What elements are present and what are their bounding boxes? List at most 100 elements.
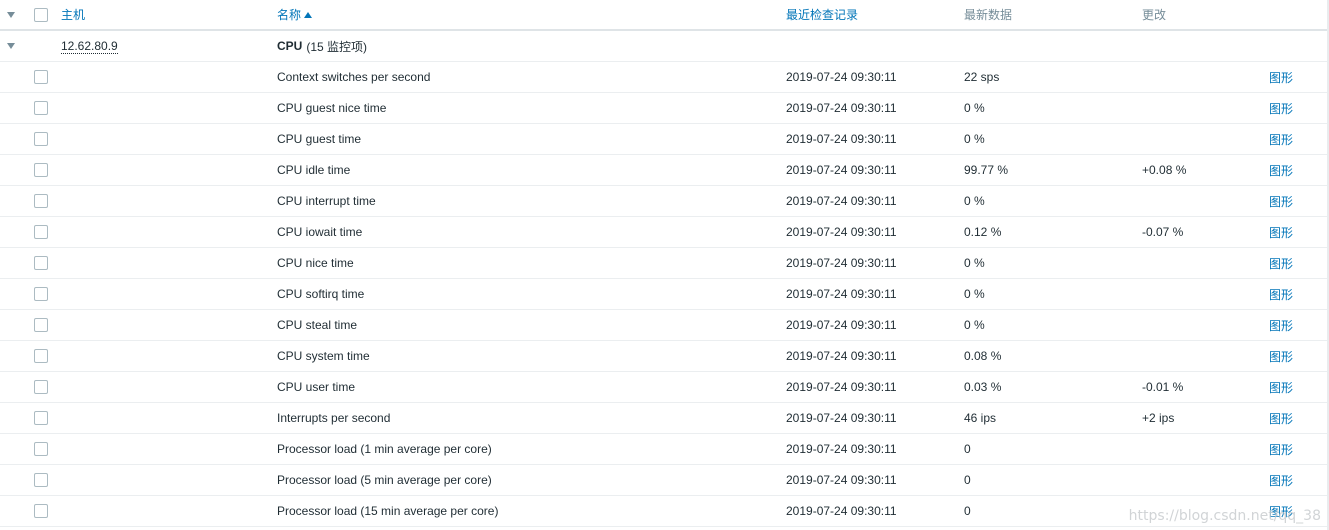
graph-link[interactable]: 图形	[1269, 348, 1293, 365]
row-checkbox[interactable]	[34, 380, 48, 394]
item-last-check-text: 2019-07-24 09:30:11	[786, 442, 897, 456]
item-graph[interactable]: 图形	[1269, 62, 1293, 92]
item-last-check-text: 2019-07-24 09:30:11	[786, 70, 897, 84]
row-checkbox-cell[interactable]	[34, 186, 48, 216]
item-name-text: CPU guest nice time	[277, 101, 387, 115]
item-last-check-text: 2019-07-24 09:30:11	[786, 101, 897, 115]
graph-link[interactable]: 图形	[1269, 441, 1293, 458]
row-checkbox[interactable]	[34, 504, 48, 518]
select-all-checkbox[interactable]	[34, 7, 48, 22]
item-graph[interactable]: 图形	[1269, 186, 1293, 216]
row-checkbox-cell[interactable]	[34, 155, 48, 185]
item-latest-data: 22 sps	[964, 62, 999, 92]
item-graph[interactable]: 图形	[1269, 434, 1293, 464]
header-change-label: 更改	[1142, 8, 1167, 22]
graph-link[interactable]: 图形	[1269, 255, 1293, 272]
select-all-checkbox-cell[interactable]	[34, 0, 48, 29]
row-checkbox-cell[interactable]	[34, 279, 48, 309]
item-change-text: +2 ips	[1142, 411, 1175, 425]
graph-link[interactable]: 图形	[1269, 410, 1293, 427]
item-name: CPU softirq time	[277, 279, 364, 309]
item-latest-data-text: 0.12 %	[964, 225, 1002, 239]
row-checkbox[interactable]	[34, 194, 48, 208]
header-last-check-link[interactable]: 最近检查记录	[786, 6, 858, 23]
row-checkbox-cell[interactable]	[34, 217, 48, 247]
row-checkbox-cell[interactable]	[34, 465, 48, 495]
group-collapse-toggle[interactable]	[7, 31, 15, 61]
item-last-check-text: 2019-07-24 09:30:11	[786, 287, 897, 301]
item-latest-data-text: 0	[964, 442, 971, 456]
table-row: Context switches per second 2019-07-24 09…	[0, 62, 1327, 93]
item-latest-data-text: 0	[964, 504, 971, 518]
item-last-check: 2019-07-24 09:30:11	[786, 93, 897, 123]
graph-link[interactable]: 图形	[1269, 100, 1293, 117]
graph-link[interactable]: 图形	[1269, 69, 1293, 86]
item-last-check-text: 2019-07-24 09:30:11	[786, 504, 897, 518]
row-checkbox[interactable]	[34, 473, 48, 487]
item-graph[interactable]: 图形	[1269, 217, 1293, 247]
host-link[interactable]: 12.62.80.9	[61, 39, 118, 54]
row-checkbox[interactable]	[34, 411, 48, 425]
item-graph[interactable]: 图形	[1269, 310, 1293, 340]
item-graph[interactable]: 图形	[1269, 248, 1293, 278]
row-checkbox[interactable]	[34, 101, 48, 115]
header-last-check[interactable]: 最近检查记录	[786, 0, 858, 29]
graph-link[interactable]: 图形	[1269, 162, 1293, 179]
graph-link[interactable]: 图形	[1269, 379, 1293, 396]
row-checkbox-cell[interactable]	[34, 124, 48, 154]
group-name: CPU	[277, 39, 303, 53]
header-name-link[interactable]: 名称	[277, 6, 301, 23]
row-checkbox[interactable]	[34, 70, 48, 84]
row-checkbox-cell[interactable]	[34, 372, 48, 402]
item-graph[interactable]: 图形	[1269, 372, 1293, 402]
item-last-check: 2019-07-24 09:30:11	[786, 310, 897, 340]
graph-link[interactable]: 图形	[1269, 224, 1293, 241]
item-graph[interactable]: 图形	[1269, 465, 1293, 495]
row-checkbox-cell[interactable]	[34, 434, 48, 464]
item-name: CPU guest nice time	[277, 93, 386, 123]
row-checkbox[interactable]	[34, 349, 48, 363]
graph-link[interactable]: 图形	[1269, 472, 1293, 489]
row-checkbox[interactable]	[34, 132, 48, 146]
row-checkbox[interactable]	[34, 442, 48, 456]
row-checkbox[interactable]	[34, 163, 48, 177]
item-name-text: Processor load (1 min average per core)	[277, 442, 492, 456]
group-host[interactable]: 12.62.80.9	[61, 31, 118, 61]
item-last-check-text: 2019-07-24 09:30:11	[786, 411, 897, 425]
header-name[interactable]: 名称	[277, 0, 313, 29]
row-checkbox[interactable]	[34, 287, 48, 301]
graph-link[interactable]: 图形	[1269, 286, 1293, 303]
row-checkbox[interactable]	[34, 318, 48, 332]
row-checkbox-cell[interactable]	[34, 341, 48, 371]
header-host-link[interactable]: 主机	[61, 6, 85, 23]
item-graph[interactable]: 图形	[1269, 93, 1293, 123]
row-checkbox-cell[interactable]	[34, 496, 48, 526]
graph-link[interactable]: 图形	[1269, 317, 1293, 334]
item-latest-data: 0.03 %	[964, 372, 1001, 402]
graph-link[interactable]: 图形	[1269, 131, 1293, 148]
item-graph[interactable]: 图形	[1269, 155, 1293, 185]
item-name: CPU guest time	[277, 124, 361, 154]
item-graph[interactable]: 图形	[1269, 124, 1293, 154]
header-host[interactable]: 主机	[61, 0, 85, 29]
row-checkbox-cell[interactable]	[34, 248, 48, 278]
group-name-cell: CPU (15 监控项)	[277, 31, 367, 61]
row-checkbox[interactable]	[34, 256, 48, 270]
item-latest-data: 0.08 %	[964, 341, 1001, 371]
item-graph[interactable]: 图形	[1269, 403, 1293, 433]
item-name: Processor load (5 min average per core)	[277, 465, 492, 495]
graph-link[interactable]: 图形	[1269, 193, 1293, 210]
row-checkbox-cell[interactable]	[34, 310, 48, 340]
collapse-all-toggle[interactable]	[7, 0, 15, 29]
item-latest-data-text: 22 sps	[964, 70, 1000, 84]
item-latest-data-text: 0.03 %	[964, 380, 1002, 394]
row-checkbox-cell[interactable]	[34, 403, 48, 433]
item-latest-data-text: 0.08 %	[964, 349, 1002, 363]
item-graph[interactable]: 图形	[1269, 279, 1293, 309]
row-checkbox[interactable]	[34, 225, 48, 239]
table-row: CPU steal time 2019-07-24 09:30:11 0 % 图形	[0, 310, 1327, 341]
item-graph[interactable]: 图形	[1269, 341, 1293, 371]
row-checkbox-cell[interactable]	[34, 62, 48, 92]
row-checkbox-cell[interactable]	[34, 93, 48, 123]
item-change-text: -0.01 %	[1142, 380, 1184, 394]
